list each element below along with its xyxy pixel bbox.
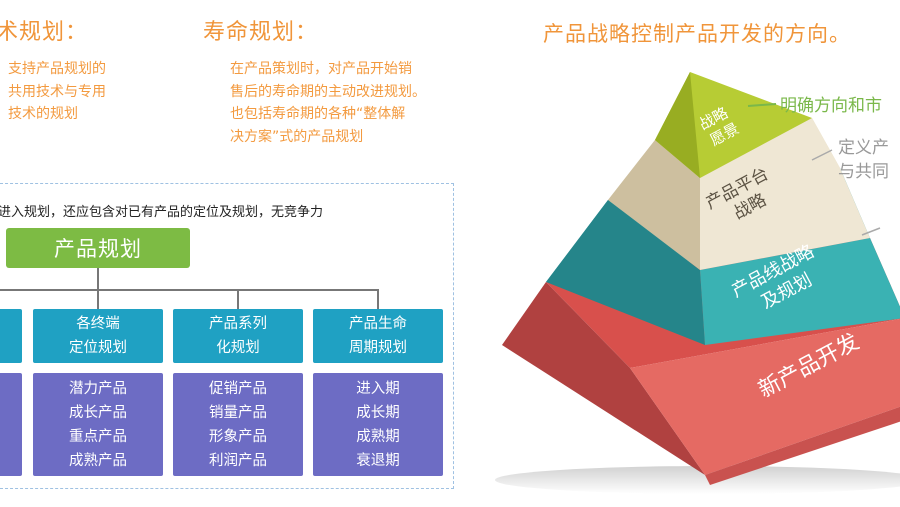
annotation-green: 明确方向和市 (780, 96, 882, 116)
annotation-gray-line: 与共同 (838, 162, 889, 182)
pyramid-shadow (495, 466, 900, 494)
annotation-gray: 定义产 与共同 (838, 136, 889, 184)
annotation-gray-line: 定义产 (838, 138, 889, 158)
strategy-pyramid: 战略 愿景 产品平台 战略 产品线战略 及规划 新产品开发 (495, 72, 900, 494)
